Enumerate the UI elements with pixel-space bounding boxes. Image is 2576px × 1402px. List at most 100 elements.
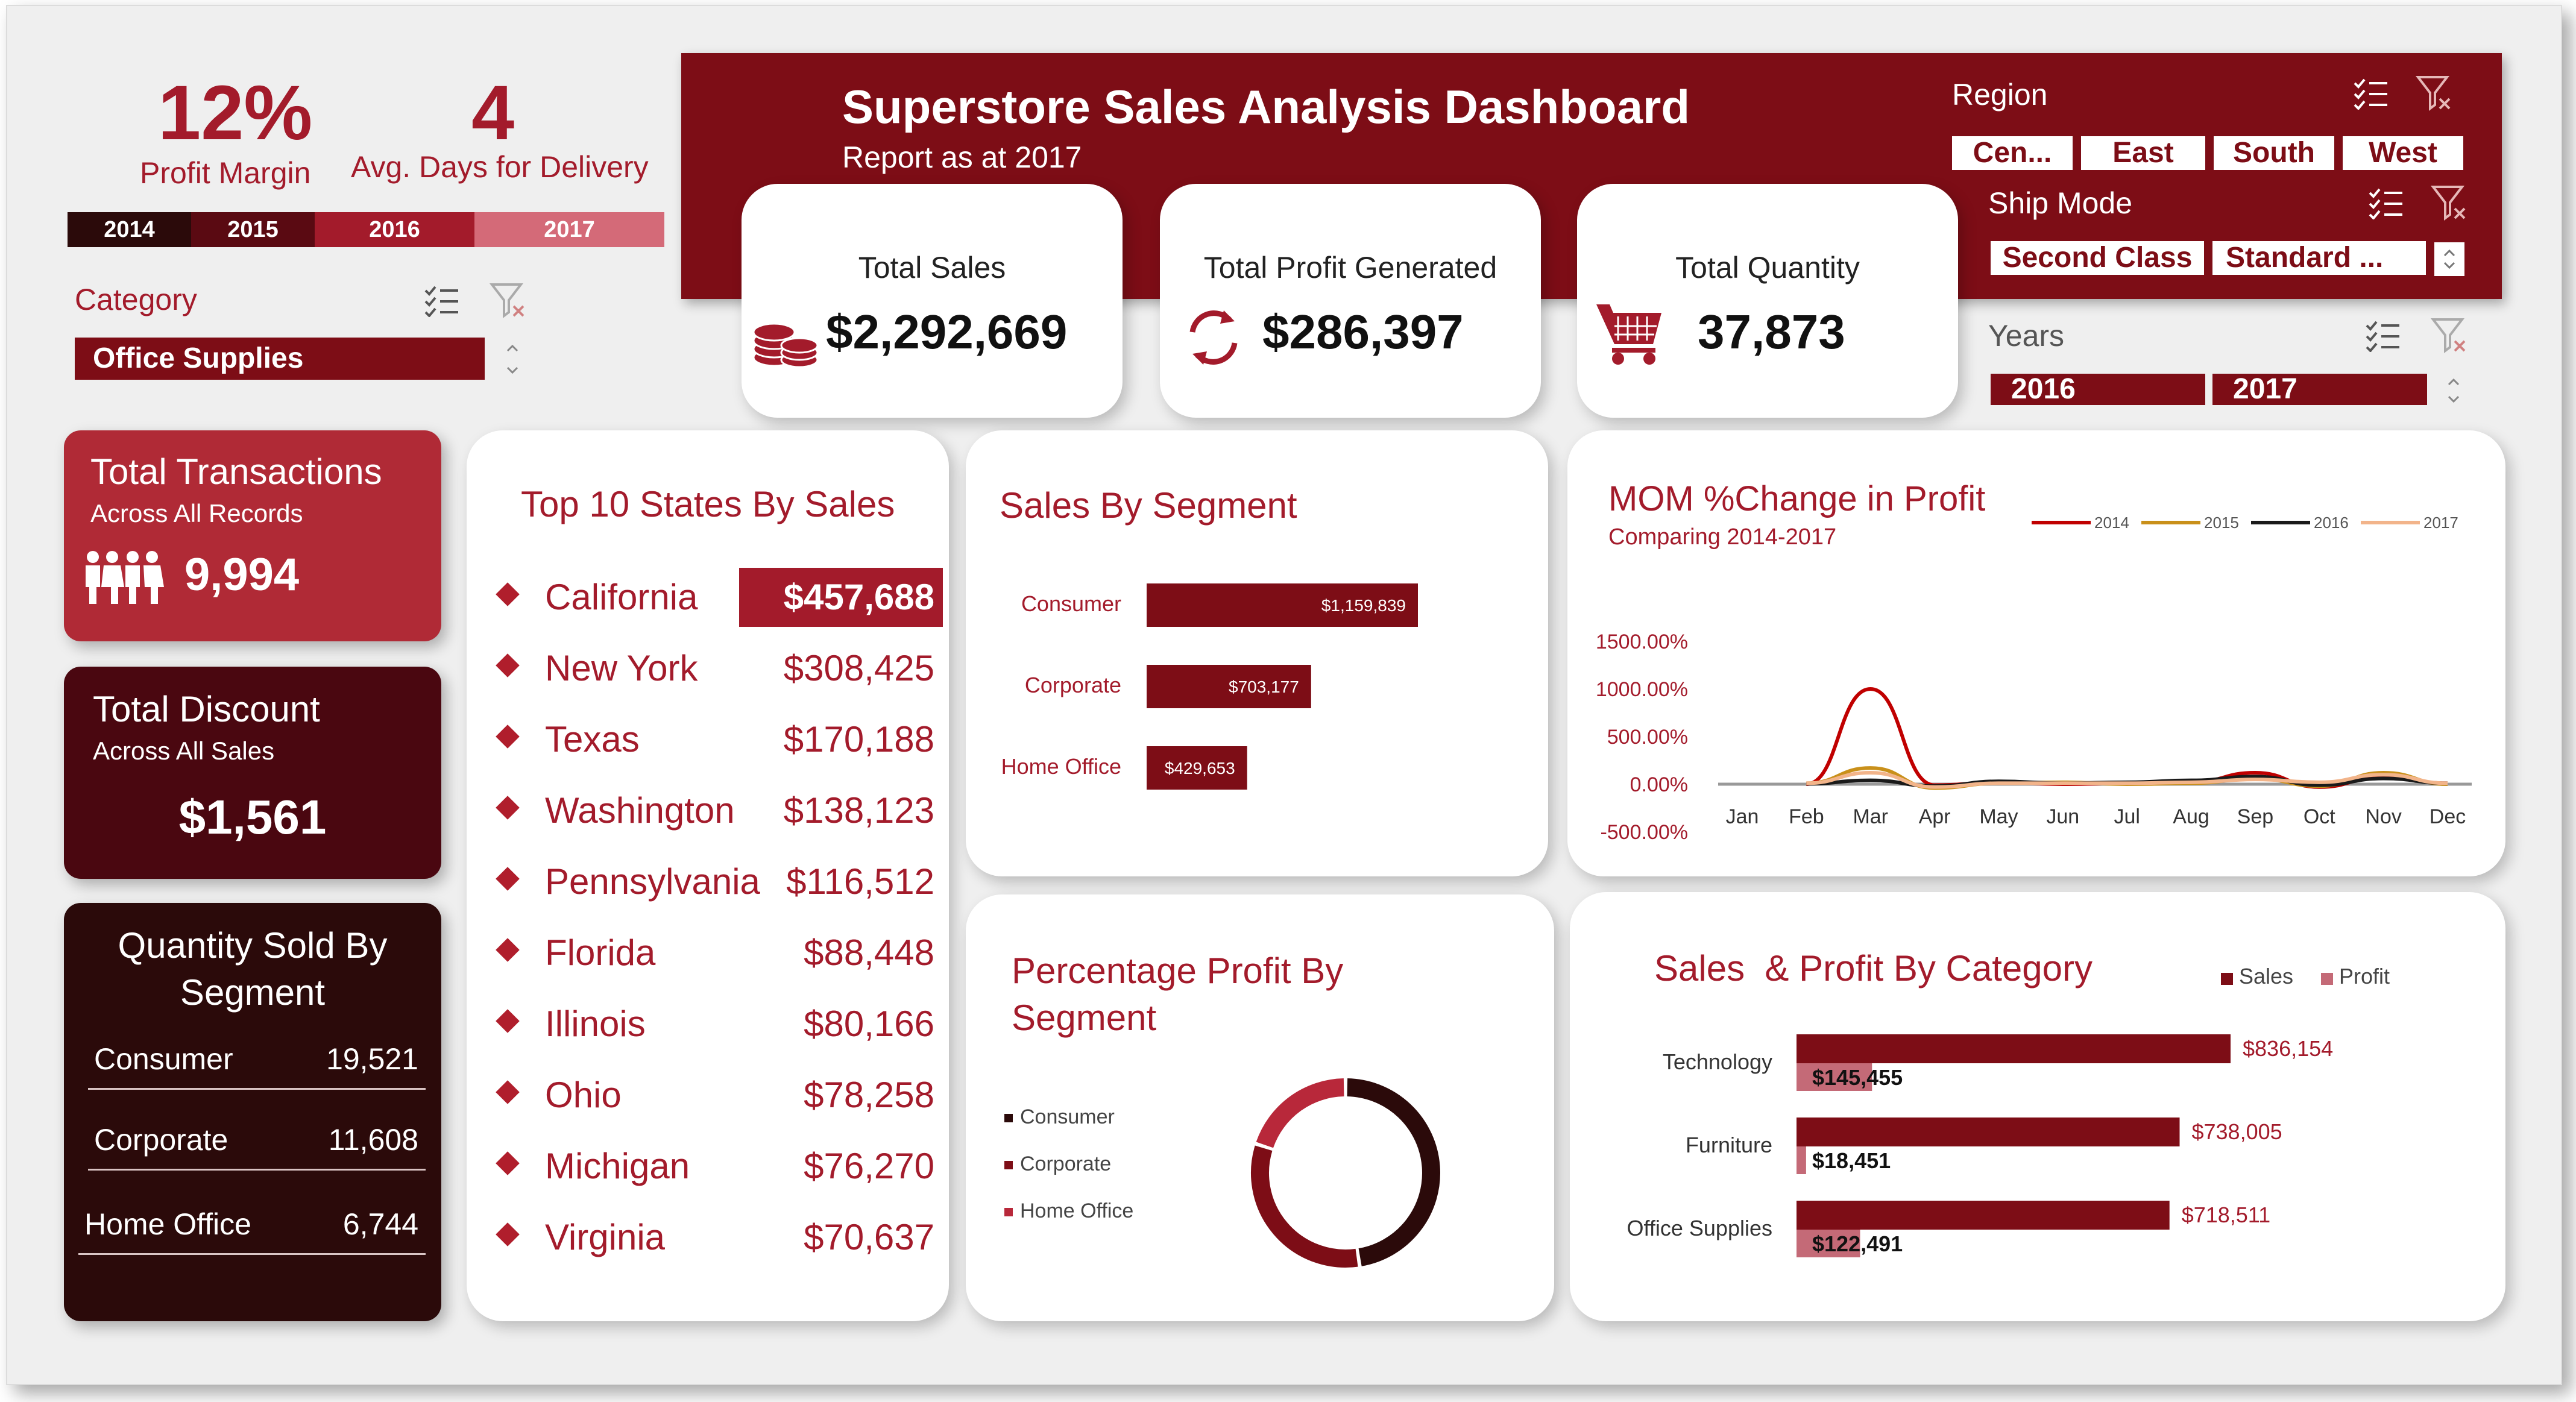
mom-legend-label: 2014 — [2094, 514, 2129, 532]
top-states-title: Top 10 States By Sales — [521, 484, 895, 524]
state-name: Florida — [545, 932, 656, 973]
category-profit-bar — [1797, 1146, 1806, 1174]
discount-value: $1,561 — [178, 790, 327, 844]
category-label: Furniture — [1686, 1133, 1772, 1157]
segment-category-label: Corporate — [1025, 673, 1121, 697]
donut-legend-swatch — [1004, 1114, 1013, 1122]
clear-filter-icon[interactable] — [490, 282, 527, 318]
donut-legend-label: Corporate — [1020, 1152, 1111, 1175]
quantity-by-segment-card: Quantity Sold By Segment Consumer 19,521… — [64, 903, 441, 1321]
diamond-bullet-icon — [496, 653, 520, 677]
category-slicer-label: Category — [75, 283, 197, 316]
sales-by-segment-chart: Consumer $1,159,839 Corporate $703,177 Home … — [1001, 583, 1418, 790]
donut-legend-swatch — [1004, 1208, 1013, 1216]
qty-segment-title-1: Quantity Sold By — [118, 925, 388, 966]
state-sales: $88,448 — [804, 932, 934, 973]
state-name: Pennsylvania — [545, 861, 760, 902]
category-label: Office Supplies — [1627, 1216, 1772, 1240]
qty-row-consumer: Consumer 19,521 — [88, 1023, 426, 1090]
transactions-subtitle: Across All Records — [90, 499, 303, 527]
mom-x-tick: Oct — [2304, 805, 2335, 828]
mom-line-chart: 1500.00% 1000.00% 500.00% 0.00% -500.00% Jan F… — [1596, 514, 2472, 844]
mom-y-tick: -500.00% — [1600, 821, 1688, 844]
year-chip-2014[interactable]: 2014 — [68, 212, 191, 247]
mom-x-tick: Sep — [2237, 805, 2274, 828]
shipmode-clear-filter-icon[interactable] — [2431, 184, 2468, 221]
mom-legend-label: 2016 — [2314, 514, 2349, 532]
category-legend-swatch — [2221, 973, 2233, 985]
segment-bar-value: $429,653 — [1165, 759, 1235, 778]
mom-x-tick: Aug — [2173, 805, 2209, 828]
diamond-bullet-icon — [496, 582, 520, 606]
shipmode-multi-select-icon[interactable] — [2367, 187, 2405, 219]
years-scroll-arrows-icon[interactable] — [2446, 375, 2461, 406]
total-discount-card: Total Discount Across All Sales $1,561 — [64, 667, 441, 879]
region-option-west[interactable]: West — [2343, 136, 2463, 170]
shopping-cart-icon — [1596, 304, 1661, 365]
state-name: Illinois — [545, 1004, 646, 1044]
mom-y-tick: 500.00% — [1607, 726, 1688, 749]
mom-x-tick: Jan — [1726, 805, 1759, 828]
scroll-arrows-icon[interactable] — [505, 341, 520, 377]
coins-icon — [752, 322, 819, 368]
total-quantity-card: Total Quantity 37,873 — [1577, 184, 1958, 418]
mom-x-tick: Jun — [2046, 805, 2079, 828]
donut-legend-swatch — [1004, 1161, 1013, 1169]
year-chip-2015[interactable]: 2015 — [191, 212, 315, 247]
state-row: Pennsylvania $116,512 — [467, 855, 949, 909]
mom-x-tick: Apr — [1919, 805, 1951, 828]
total-sales-value: $2,292,669 — [826, 305, 1068, 359]
region-clear-filter-icon[interactable] — [2416, 75, 2453, 111]
discount-subtitle: Across All Sales — [93, 737, 275, 765]
mom-x-tick: Jul — [2114, 805, 2140, 828]
mom-x-tick: Mar — [1853, 805, 1888, 828]
multi-select-icon[interactable] — [423, 284, 461, 317]
state-row: California $457,688 — [467, 570, 949, 624]
category-legend-label: Profit — [2339, 964, 2390, 989]
year-chip-2017[interactable]: 2017 — [474, 212, 664, 247]
state-row: Michigan $76,270 — [467, 1139, 949, 1193]
years-option-2016[interactable]: 2016 — [1991, 374, 2205, 405]
profit-margin-value: 12% — [158, 70, 313, 156]
year-chip-2016[interactable]: 2016 — [315, 212, 474, 247]
segment-bar-value: $1,159,839 — [1321, 596, 1406, 615]
total-profit-label: Total Profit Generated — [1203, 251, 1497, 284]
shipmode-option-standard[interactable]: Standard ... — [2212, 241, 2426, 275]
state-name: Texas — [545, 719, 640, 759]
state-sales: $308,425 — [783, 648, 934, 688]
region-multi-select-icon[interactable] — [2352, 77, 2390, 110]
years-multi-select-icon[interactable] — [2364, 319, 2402, 352]
category-profit-value: $145,455 — [1812, 1065, 1903, 1090]
mom-legend-label: 2017 — [2423, 514, 2458, 532]
delivery-days-value: 4 — [471, 70, 515, 156]
dashboard-title: Superstore Sales Analysis Dashboard — [842, 80, 1690, 133]
region-option-central[interactable]: Cen... — [1952, 136, 2073, 170]
category-option-selected[interactable]: Office Supplies — [75, 338, 485, 380]
sales-by-segment-card: Sales By Segment Consumer $1,159,839 Corpo… — [966, 430, 1548, 876]
category-label: Technology — [1663, 1049, 1772, 1074]
scroll-arrows-icon — [2443, 249, 2455, 269]
category-sales-value: $738,005 — [2191, 1119, 2282, 1144]
sales-segment-title: Sales By Segment — [1000, 485, 1297, 526]
shipmode-scroll[interactable] — [2434, 242, 2464, 276]
category-sales-bar — [1797, 1201, 2170, 1230]
years-clear-filter-icon[interactable] — [2431, 317, 2468, 353]
qty-row-name: Corporate — [94, 1123, 228, 1157]
state-row: Illinois $80,166 — [467, 997, 949, 1051]
diamond-bullet-icon — [496, 1151, 520, 1175]
state-sales: $78,258 — [804, 1075, 934, 1115]
donut-legend-label: Consumer — [1020, 1105, 1115, 1128]
shipmode-option-second-class[interactable]: Second Class — [1991, 241, 2204, 275]
delivery-days-label: Avg. Days for Delivery — [351, 150, 649, 184]
region-option-south[interactable]: South — [2214, 136, 2334, 170]
profit-margin-label: Profit Margin — [140, 156, 311, 190]
diamond-bullet-icon — [496, 867, 520, 891]
sales-profit-category-chart: Sales Profit Technology $836,154 $145,455 Fur… — [1627, 964, 2390, 1257]
segment-category-label: Consumer — [1021, 591, 1121, 616]
state-sales: $138,123 — [783, 790, 934, 831]
diamond-bullet-icon — [496, 725, 520, 749]
state-row: Texas $170,188 — [467, 712, 949, 767]
years-option-2017[interactable]: 2017 — [2212, 374, 2427, 405]
region-option-east[interactable]: East — [2081, 136, 2205, 170]
mom-x-tick: Nov — [2365, 805, 2401, 828]
